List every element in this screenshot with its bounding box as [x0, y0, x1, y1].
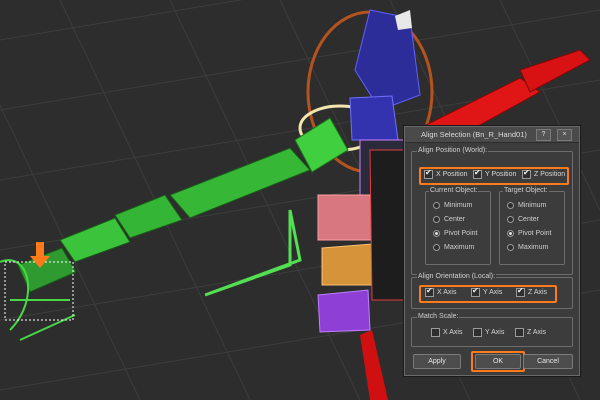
current-maximum-radio[interactable]: Maximum — [433, 244, 474, 251]
checkbox-box[interactable]: ✔ — [522, 168, 531, 179]
current-object-label: Current Object: — [429, 187, 479, 194]
cancel-button[interactable]: Cancel — [523, 354, 573, 369]
checkbox-box[interactable]: ✔ — [471, 286, 480, 297]
radio-dot[interactable] — [433, 202, 440, 209]
z-axis-orientation-label: Z Axis — [528, 289, 548, 296]
x-axis-scale-label: X Axis — [443, 329, 463, 336]
z-position-checkbox[interactable]: ✔ Z Position — [522, 168, 566, 179]
current-minimum-label: Minimum — [444, 202, 473, 209]
target-pivot-point-radio[interactable]: Pivot Point — [507, 230, 551, 237]
checkbox-box[interactable] — [515, 328, 524, 337]
checkbox-box[interactable]: ✔ — [424, 168, 433, 179]
align-position-label: Align Position (World): — [417, 147, 489, 154]
y-axis-orientation-checkbox[interactable]: ✔ Y Axis — [471, 286, 503, 297]
x-axis-orientation-label: X Axis — [437, 289, 457, 296]
checkbox-box[interactable]: ✔ — [473, 168, 482, 179]
y-axis-orientation-label: Y Axis — [483, 289, 503, 296]
z-axis-scale-label: Z Axis — [527, 329, 547, 336]
dialog-title: Align Selection (Bn_R_Hand01) — [421, 130, 527, 139]
target-pivot-point-label: Pivot Point — [518, 230, 552, 237]
y-position-checkbox[interactable]: ✔ Y Position — [473, 168, 517, 179]
radio-dot[interactable] — [433, 216, 440, 223]
target-maximum-label: Maximum — [518, 244, 549, 251]
current-center-radio[interactable]: Center — [433, 216, 465, 223]
target-object-label: Target Object: — [503, 187, 549, 194]
current-pivot-point-radio[interactable]: Pivot Point — [433, 230, 477, 237]
radio-dot[interactable] — [433, 244, 440, 251]
current-maximum-label: Maximum — [444, 244, 475, 251]
radio-dot[interactable] — [507, 202, 514, 209]
y-position-label: Y Position — [485, 171, 517, 178]
x-position-label: X Position — [436, 171, 468, 178]
target-center-label: Center — [518, 216, 540, 223]
help-button[interactable]: ? — [536, 129, 551, 141]
close-button[interactable]: × — [557, 129, 572, 141]
ok-button[interactable]: OK — [475, 354, 521, 369]
checkbox-box[interactable]: ✔ — [425, 286, 434, 297]
target-minimum-label: Minimum — [518, 202, 547, 209]
checkbox-box[interactable]: ✔ — [516, 286, 525, 297]
target-center-radio[interactable]: Center — [507, 216, 539, 223]
z-axis-scale-checkbox[interactable]: Z Axis — [515, 328, 546, 337]
current-center-label: Center — [444, 216, 466, 223]
dialog-titlebar[interactable]: Align Selection (Bn_R_Hand01) ? × — [405, 127, 579, 143]
checkbox-box[interactable] — [431, 328, 440, 337]
align-selection-dialog: Align Selection (Bn_R_Hand01) ? × Align … — [404, 126, 580, 376]
x-axis-scale-checkbox[interactable]: X Axis — [431, 328, 462, 337]
match-scale-label: Match Scale: — [417, 313, 460, 320]
current-pivot-point-label: Pivot Point — [444, 230, 478, 237]
radio-dot-selected[interactable] — [433, 230, 440, 237]
align-orientation-label: Align Orientation (Local): — [417, 273, 497, 280]
z-axis-orientation-checkbox[interactable]: ✔ Z Axis — [516, 286, 548, 297]
x-axis-orientation-checkbox[interactable]: ✔ X Axis — [425, 286, 457, 297]
target-maximum-radio[interactable]: Maximum — [507, 244, 548, 251]
x-position-checkbox[interactable]: ✔ X Position — [424, 168, 468, 179]
current-minimum-radio[interactable]: Minimum — [433, 202, 472, 209]
radio-dot[interactable] — [507, 216, 514, 223]
y-axis-scale-checkbox[interactable]: Y Axis — [473, 328, 504, 337]
target-minimum-radio[interactable]: Minimum — [507, 202, 546, 209]
z-position-label: Z Position — [534, 171, 566, 178]
y-axis-scale-label: Y Axis — [485, 329, 505, 336]
radio-dot-selected[interactable] — [507, 230, 514, 237]
apply-button[interactable]: Apply — [413, 354, 461, 369]
radio-dot[interactable] — [507, 244, 514, 251]
checkbox-box[interactable] — [473, 328, 482, 337]
